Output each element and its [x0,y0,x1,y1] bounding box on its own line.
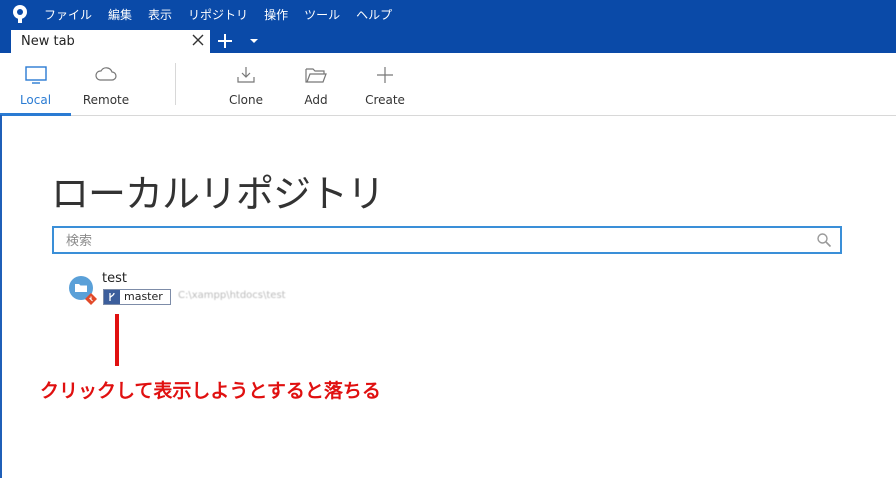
repo-name: test [102,271,127,286]
branch-badge: master [103,289,171,305]
toolbar-separator [175,63,176,105]
monitor-icon [24,66,47,84]
download-icon [237,67,255,83]
menu-repository[interactable]: リポジトリ [188,6,248,23]
menu-edit[interactable]: 編集 [108,6,132,23]
clone-label: Clone [228,93,264,107]
local-label: Local [19,93,52,107]
tab-strip: New tab [0,28,896,53]
close-icon[interactable] [190,32,206,48]
tab-label: New tab [21,34,75,49]
menu-file[interactable]: ファイル [44,6,92,23]
repo-path: C:\xampp\htdocs\test [178,290,286,301]
annotation-line [115,314,119,366]
menu-bar: ファイル 編集 表示 リポジトリ 操作 ツール ヘルプ [0,0,896,28]
cloud-icon [95,67,117,81]
create-label: Create [365,93,405,107]
clone-button[interactable]: Clone [222,53,270,115]
window-left-border [0,115,2,478]
branch-name: master [124,290,163,303]
menu-actions[interactable]: 操作 [264,6,288,23]
create-button[interactable]: Create [362,53,408,115]
toolbar: Local Remote Clone Add Create [0,53,896,116]
remote-label: Remote [82,93,130,107]
branch-icon [104,290,120,304]
search-input[interactable] [64,228,808,254]
menu-items: ファイル 編集 表示 リポジトリ 操作 ツール ヘルプ [44,6,392,23]
plus-icon[interactable] [216,32,234,50]
menu-help[interactable]: ヘルプ [356,6,392,23]
tab-new-tab[interactable]: New tab [11,30,210,53]
plus-icon [377,67,393,83]
remote-button[interactable]: Remote [80,53,132,115]
add-label: Add [304,93,328,107]
repository-folder-icon [69,276,97,305]
menu-view[interactable]: 表示 [148,6,172,23]
sourcetree-logo-icon [13,5,27,23]
chevron-down-icon[interactable] [249,37,259,45]
page-title: ローカルリポジトリ [51,172,385,216]
search-box[interactable] [52,226,842,254]
annotation-text: クリックして表示しようとすると落ちる [40,380,381,402]
search-icon[interactable] [816,232,832,248]
menu-tools[interactable]: ツール [304,6,340,23]
add-button[interactable]: Add [294,53,338,115]
repo-list-item[interactable]: test master C:\xampp\htdocs\test [66,270,366,306]
folder-open-icon [305,68,327,83]
local-button[interactable]: Local [0,53,71,116]
